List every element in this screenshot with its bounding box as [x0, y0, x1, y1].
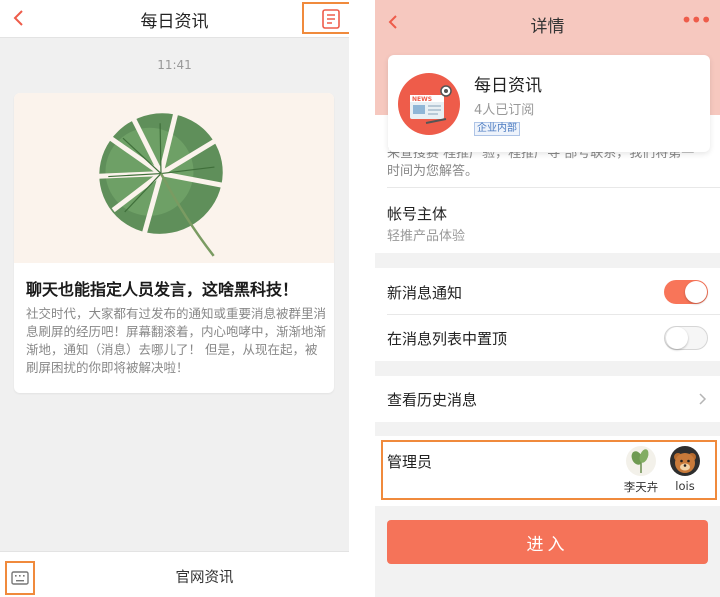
- divider: [387, 314, 720, 315]
- article-cover-image: [14, 93, 334, 263]
- toggle-knob: [666, 327, 688, 349]
- account-name: 每日资讯: [474, 76, 542, 96]
- article-summary: 社交时代，大家都有过发布的通知或重要消息被群里消息刷屏的经历吧！屏幕翻滚着，内心…: [26, 306, 327, 375]
- toggle-knob: [685, 281, 707, 303]
- chat-screen: 每日资讯 11:41 聊天也能指定人员发言，这啥黑科技！ 社交时代，大家都有过发…: [0, 0, 349, 597]
- chat-title: 每日资讯: [140, 12, 209, 32]
- divider: [387, 187, 720, 188]
- chevron-right-icon: [699, 393, 707, 405]
- menu-item-official-news[interactable]: 官网资讯: [60, 566, 349, 587]
- document-icon: [322, 9, 340, 29]
- bottom-spacer: [375, 584, 720, 597]
- new-message-notify-toggle[interactable]: [664, 280, 708, 304]
- account-owner-value: 轻推产品体验: [387, 229, 466, 244]
- history-label: 查看历史消息: [387, 391, 478, 409]
- admin-highlight-box: [381, 440, 717, 500]
- account-owner-label: 帐号主体: [387, 205, 448, 223]
- new-message-notify-label: 新消息通知: [387, 284, 463, 302]
- article-title: 聊天也能指定人员发言，这啥黑科技！: [26, 280, 299, 299]
- enter-button[interactable]: 进入: [387, 520, 708, 564]
- monstera-leaf-image: [95, 113, 227, 257]
- chat-bottom-bar: 官网资讯: [0, 551, 349, 597]
- message-timestamp: 11:41: [157, 58, 192, 72]
- screenshot: 每日资讯 11:41 聊天也能指定人员发言，这啥黑科技！ 社交时代，大家都有过发…: [0, 0, 720, 597]
- internal-badge: 企业内部: [474, 122, 520, 136]
- article-card[interactable]: 聊天也能指定人员发言，这啥黑科技！ 社交时代，大家都有过发布的通知或重要消息被群…: [14, 93, 334, 393]
- logo-text: NEWS: [412, 96, 432, 103]
- more-options-icon[interactable]: •••: [681, 8, 712, 32]
- details-screen: 详情 ••• 来查搜赛 程推产验，程推产寻 部号联系，我们将第一时间为您解答。 …: [375, 0, 720, 597]
- account-menu-button[interactable]: [302, 2, 349, 34]
- keyboard-toggle-button[interactable]: [5, 561, 35, 595]
- keyboard-icon: [11, 571, 29, 585]
- settings-section: 新消息通知 在消息列表中置顶: [375, 268, 720, 361]
- news-logo-icon: NEWS: [398, 73, 460, 135]
- pin-to-top-toggle[interactable]: [664, 326, 708, 350]
- subscriber-count: 4人已订阅: [474, 103, 535, 118]
- history-row[interactable]: 查看历史消息: [375, 376, 720, 422]
- pin-to-top-label: 在消息列表中置顶: [387, 330, 508, 348]
- account-profile-card: NEWS 每日资讯 4人已订阅 企业内部: [388, 55, 710, 152]
- chat-nav-bar: 每日资讯: [0, 0, 349, 38]
- page-title: 详情: [530, 17, 565, 37]
